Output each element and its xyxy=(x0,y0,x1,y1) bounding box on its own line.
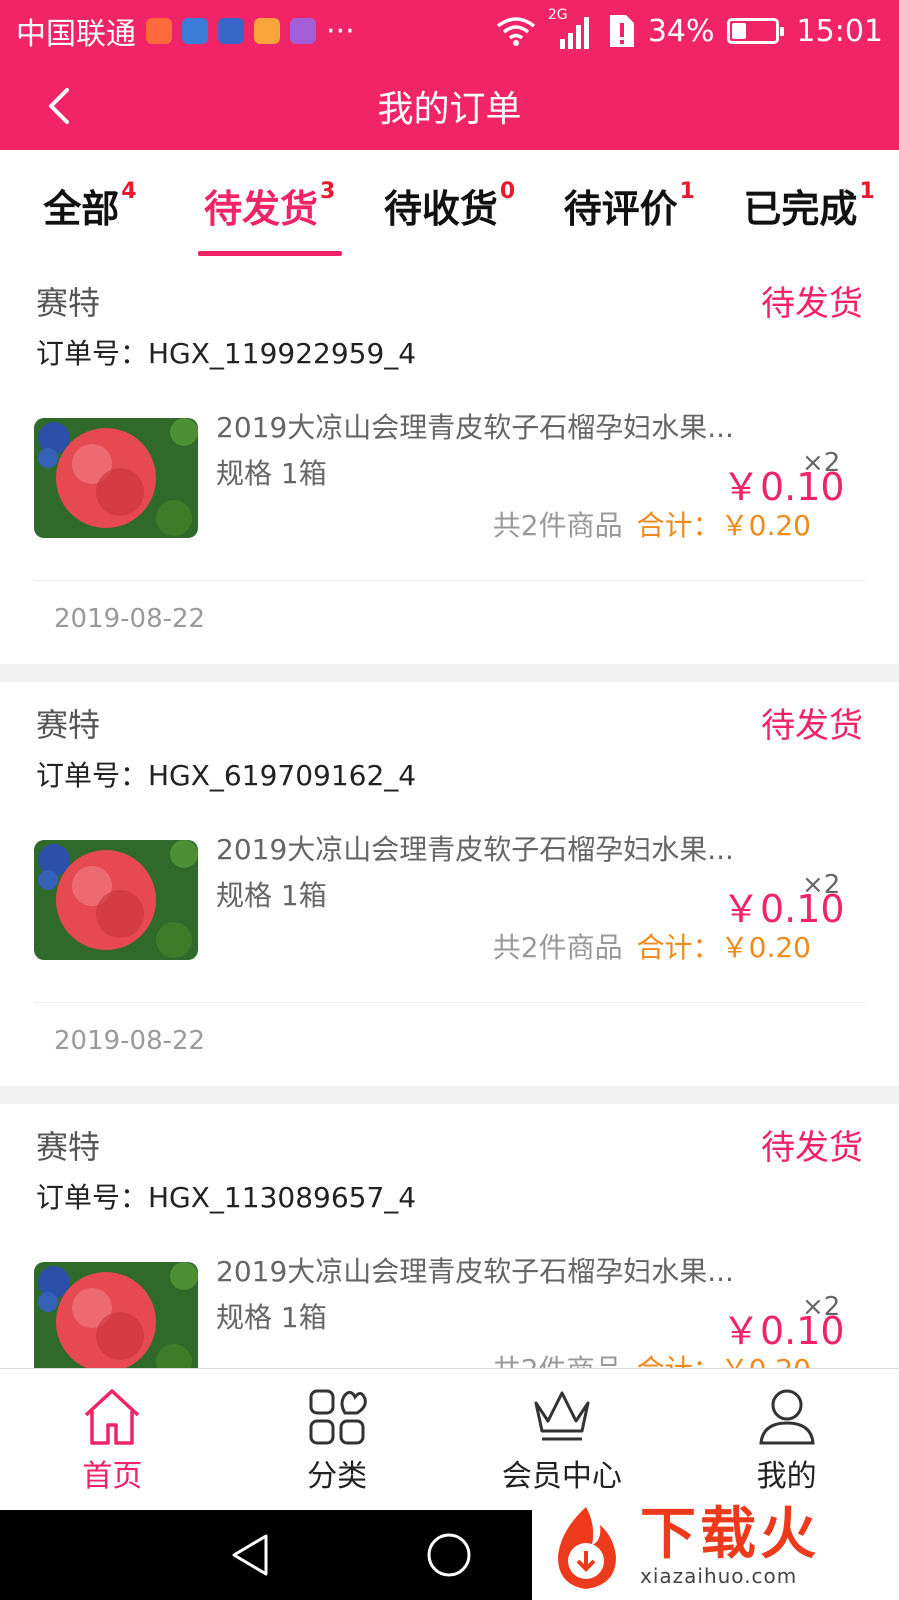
total-amount: ￥0.20 xyxy=(720,931,811,964)
tabbar-label: 首页 xyxy=(82,1458,143,1494)
bottom-tab-bar: 首页 分类 会员中心 我的 xyxy=(0,1368,899,1510)
product-image[interactable] xyxy=(34,418,198,538)
tab-count: 4 xyxy=(121,178,137,204)
product-image[interactable] xyxy=(34,1262,198,1368)
order-date: 2019-08-22 xyxy=(54,1026,206,1056)
order-status: 待发货 xyxy=(761,1128,863,1168)
order-date: 2019-08-22 xyxy=(54,604,206,634)
page-title: 我的订单 xyxy=(377,89,522,130)
category-icon xyxy=(309,1389,367,1444)
tabbar-home[interactable]: 首页 xyxy=(0,1369,225,1510)
product-quantity: ×2 xyxy=(802,1292,841,1322)
tab-all[interactable]: 全部 4 xyxy=(0,150,180,260)
product-name[interactable]: 2019大凉山会理青皮软子石榴孕妇水果... xyxy=(216,828,756,868)
shop-name: 赛特 xyxy=(36,1128,101,1166)
network-type: 2G xyxy=(547,7,568,23)
chevron-left-icon xyxy=(49,88,69,124)
divider xyxy=(34,1002,865,1003)
tab-label: 待收货 xyxy=(383,186,498,231)
tab-label: 待发货 xyxy=(204,186,319,231)
order-summary: 共2件商品 合计：￥0.20 xyxy=(493,926,811,966)
order-number: 订单号：HGX_119922959_4 xyxy=(36,337,417,370)
order-status: 待发货 xyxy=(761,284,863,324)
tabbar-label: 会员中心 xyxy=(501,1458,622,1494)
tab-completed[interactable]: 已完成 1 xyxy=(719,150,899,260)
product-name[interactable]: 2019大凉山会理青皮软子石榴孕妇水果... xyxy=(216,1250,756,1290)
product-quantity: ×2 xyxy=(802,448,841,478)
product-spec: 规格 1箱 xyxy=(216,1301,327,1334)
tab-label: 已完成 xyxy=(743,186,858,231)
nav-bar: 我的订单 xyxy=(0,62,899,150)
crown-icon xyxy=(534,1391,590,1440)
carrier-label: 中国联通 xyxy=(16,17,136,52)
total-label: 合计： xyxy=(636,509,721,542)
watermark-text: 下载火 xyxy=(640,1502,820,1567)
active-tab-indicator xyxy=(197,251,342,256)
product-image[interactable] xyxy=(34,840,198,960)
flame-logo-icon xyxy=(558,1507,616,1589)
tab-to-review[interactable]: 待评价 1 xyxy=(539,150,719,260)
clock: 15:01 xyxy=(796,13,883,49)
total-amount: ￥0.20 xyxy=(721,1353,811,1368)
item-count: 共2件商品 xyxy=(492,509,623,542)
shop-name: 赛特 xyxy=(36,706,101,744)
sim-alert-icon xyxy=(609,15,634,47)
order-status: 待发货 xyxy=(761,706,863,746)
order-number: 订单号：HGX_619709162_4 xyxy=(36,759,417,792)
tab-to-ship[interactable]: 待发货 3 xyxy=(180,150,360,260)
tab-label: 全部 xyxy=(43,186,120,231)
battery-percent: 34% xyxy=(647,13,715,49)
item-count: 共2件商品 xyxy=(493,1348,623,1368)
tabbar-category[interactable]: 分类 xyxy=(225,1369,450,1510)
video-notification-icon xyxy=(218,18,244,44)
app-notification-icon xyxy=(146,18,172,44)
order-number: 订单号：HGX_113089657_4 xyxy=(36,1181,417,1214)
shop-notification-icon xyxy=(254,18,280,44)
back-button[interactable] xyxy=(30,78,86,134)
order-card[interactable]: 赛特 待发货 订单号：HGX_619709162_4 2019大凉山会理青皮软子… xyxy=(0,682,899,1086)
tab-count: 1 xyxy=(859,178,875,204)
divider xyxy=(34,580,865,581)
product-quantity: ×2 xyxy=(802,870,841,900)
item-count: 共2件商品 xyxy=(492,931,623,964)
tabbar-member-center[interactable]: 会员中心 xyxy=(450,1369,675,1510)
tab-count: 1 xyxy=(679,178,695,204)
status-bar: 中国联通 ··· 2G 34% 15:01 xyxy=(0,0,899,62)
order-card[interactable]: 赛特 待发货 订单号：HGX_119922959_4 2019大凉山会理青皮软子… xyxy=(0,260,899,664)
order-tabs: 全部 4 待发货 3 待收货 0 待评价 1 已完成 1 xyxy=(0,150,899,260)
tab-count: 0 xyxy=(499,178,516,204)
watermark-url: xiazaihuo.com xyxy=(640,1564,798,1588)
shop-name: 赛特 xyxy=(36,284,101,322)
message-notification-icon xyxy=(182,18,208,44)
user-icon xyxy=(758,1389,815,1444)
order-card[interactable]: 赛特 待发货 订单号：HGX_113089657_4 2019大凉山会理青皮软子… xyxy=(0,1104,899,1368)
tab-to-receive[interactable]: 待收货 0 xyxy=(360,150,540,260)
more-notifications: ··· xyxy=(326,13,355,49)
tab-label: 待评价 xyxy=(563,186,678,231)
order-summary: 共2件商品 合计：￥0.20 xyxy=(493,504,811,544)
tabbar-label: 分类 xyxy=(307,1458,368,1494)
tabbar-mine[interactable]: 我的 xyxy=(674,1369,899,1510)
battery-icon xyxy=(726,18,784,44)
product-spec: 规格 1箱 xyxy=(216,457,327,490)
order-summary: 共2件商品 合计：￥0.20 xyxy=(493,1348,811,1368)
tab-count: 3 xyxy=(320,178,336,204)
back-triangle-icon[interactable] xyxy=(228,1532,274,1578)
watermark: 下载火 xiazaihuo.com xyxy=(532,1494,899,1600)
product-spec: 规格 1箱 xyxy=(216,879,327,912)
total-amount: ￥0.20 xyxy=(720,509,811,542)
signal-icon: 2G xyxy=(548,7,594,51)
total-label: 合计： xyxy=(636,931,721,964)
gallery-notification-icon xyxy=(290,18,316,44)
wifi-icon xyxy=(496,17,535,46)
home-circle-icon[interactable] xyxy=(426,1532,472,1578)
product-name[interactable]: 2019大凉山会理青皮软子石榴孕妇水果... xyxy=(216,406,756,446)
order-list[interactable]: 赛特 待发货 订单号：HGX_119922959_4 2019大凉山会理青皮软子… xyxy=(0,260,899,1368)
home-icon xyxy=(85,1388,140,1445)
tabbar-label: 我的 xyxy=(756,1458,817,1494)
total-label: 合计： xyxy=(637,1353,721,1368)
